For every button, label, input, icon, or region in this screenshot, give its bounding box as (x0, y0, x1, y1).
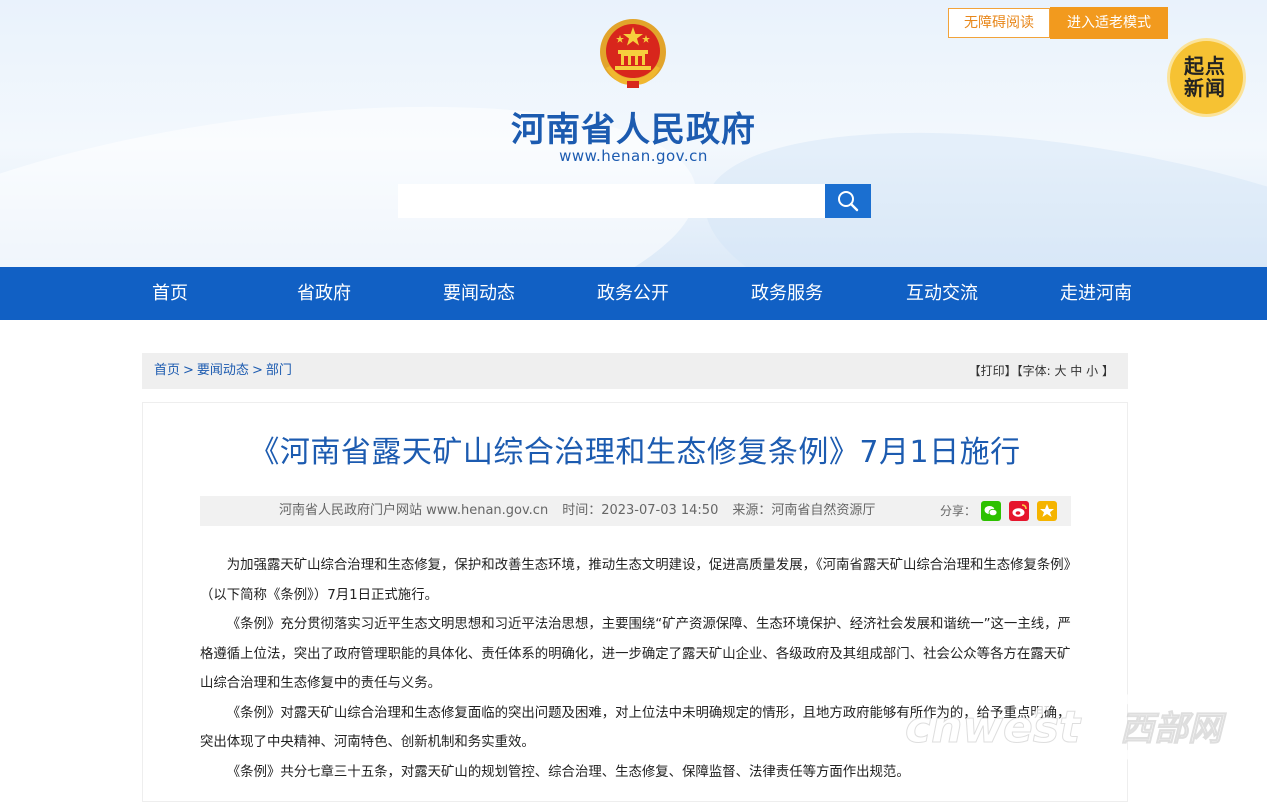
search-button[interactable] (825, 184, 871, 218)
breadcrumb-separator: > (251, 363, 263, 378)
breadcrumb-separator: > (183, 363, 194, 378)
breadcrumb-department[interactable]: 部门 (266, 363, 292, 378)
wechat-share-icon[interactable] (981, 501, 1001, 521)
font-medium-button[interactable]: 中 (1070, 364, 1082, 378)
article-paragraph: 为加强露天矿山综合治理和生态修复，保护和改善生态环境，推动生态文明建设，促进高质… (200, 558, 1071, 603)
breadcrumb-news[interactable]: 要闻动态 (197, 363, 249, 378)
qidian-char: 点 (1205, 54, 1225, 78)
font-small-button[interactable]: 小 (1086, 364, 1098, 378)
article-paragraph: 《条例》充分贯彻落实习近平生态文明思想和习近平法治思想，主要围绕“矿产资源保障、… (200, 617, 1071, 691)
page-tools: 【打印】【字体: 大 中 小 】 (969, 353, 1114, 389)
article-time: 时间：2023-07-03 14:50 (562, 503, 719, 518)
qidian-char: 闻 (1205, 76, 1225, 100)
nav-item-provincial-gov[interactable]: 省政府 (297, 267, 351, 320)
main-nav: 首页 省政府 要闻动态 政务公开 政务服务 互动交流 走进河南 (0, 267, 1267, 320)
top-buttons: 无障碍阅读 进入适老模式 (948, 7, 1168, 39)
watermark-cjk: 西部网 (1120, 709, 1227, 749)
favorite-share-icon[interactable] (1037, 501, 1057, 521)
article-source-site: 河南省人民政府门户网站 www.henan.gov.cn (279, 503, 549, 518)
accessibility-button[interactable]: 无障碍阅读 (948, 8, 1050, 38)
search-icon (838, 191, 859, 212)
search-input[interactable] (398, 184, 825, 218)
print-button[interactable]: 【打印】 (969, 364, 1017, 378)
site-title: 河南省人民政府 (511, 110, 756, 150)
article-paragraph: 《条例》对露天矿山综合治理和生态修复面临的突出问题及困难，对上位法中未明确规定的… (200, 705, 1071, 751)
nav-item-news[interactable]: 要闻动态 (443, 267, 515, 320)
breadcrumb-bar: 首页 > 要闻动态 > 部门 【打印】【字体: 大 中 小 】 (142, 353, 1128, 389)
article-body: 为加强露天矿山综合治理和生态修复，保护和改善生态环境，推动生态文明建设，促进高质… (200, 551, 1071, 787)
qidian-char: 新 (1184, 76, 1204, 100)
breadcrumb-home[interactable]: 首页 (154, 363, 180, 378)
site-header: 无障碍阅读 进入适老模式 起 点 新 闻 河南省人民政府 www.henan.g… (0, 0, 1267, 267)
qidian-char: 起 (1184, 54, 1204, 78)
site-url: www.henan.gov.cn (559, 147, 708, 165)
font-size-close: 】 (1101, 364, 1114, 378)
breadcrumb: 首页 > 要闻动态 > 部门 (154, 353, 292, 389)
nav-item-about-henan[interactable]: 走进河南 (1060, 267, 1132, 320)
national-emblem-icon (600, 19, 666, 88)
nav-item-gov-affairs-open[interactable]: 政务公开 (597, 267, 669, 320)
nav-item-gov-services[interactable]: 政务服务 (751, 267, 823, 320)
article-container: 《河南省露天矿山综合治理和生态修复条例》7月1日施行 河南省人民政府门户网站 w… (142, 402, 1128, 802)
share-label: 分享： (940, 504, 977, 518)
article-meta-bar: 河南省人民政府门户网站 www.henan.gov.cn 时间：2023-07-0… (200, 496, 1071, 526)
nav-item-home[interactable]: 首页 (152, 267, 188, 320)
article-title: 《河南省露天矿山综合治理和生态修复条例》7月1日施行 (249, 435, 1021, 470)
weibo-share-icon[interactable] (1009, 501, 1029, 521)
font-size-label: 【字体: (1016, 364, 1051, 378)
article-meta: 河南省人民政府门户网站 www.henan.gov.cn 时间：2023-07-0… (279, 496, 889, 526)
nav-item-interaction[interactable]: 互动交流 (906, 267, 978, 320)
article-paragraph: 《条例》共分七章三十五条，对露天矿山的规划管控、综合治理、生态修复、保障监督、法… (226, 764, 910, 780)
article-origin: 来源：河南省自然资源厅 (732, 503, 876, 518)
font-large-button[interactable]: 大 (1054, 364, 1066, 378)
elder-mode-button[interactable]: 进入适老模式 (1050, 7, 1168, 39)
